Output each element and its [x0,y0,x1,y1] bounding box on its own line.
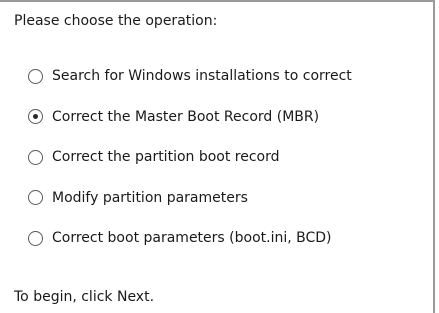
operation-radio-group: Search for Windows installations to corr… [28,66,352,269]
option-label: Correct boot parameters (boot.ini, BCD) [52,230,332,246]
operation-panel: Please choose the operation: Search for … [0,0,435,313]
radio-button-icon[interactable] [28,68,43,84]
option-search-windows-installations[interactable]: Search for Windows installations to corr… [28,66,352,86]
option-label: Search for Windows installations to corr… [52,68,352,84]
radio-button-icon[interactable] [28,190,43,205]
operation-prompt: Please choose the operation: [14,13,218,29]
instruction-text: To begin, click Next. [14,289,155,305]
radio-button-selected-icon[interactable] [28,109,43,124]
option-correct-boot-parameters[interactable]: Correct boot parameters (boot.ini, BCD) [28,228,352,248]
option-label: Modify partition parameters [52,189,248,206]
option-modify-partition-parameters[interactable]: Modify partition parameters [28,188,352,208]
option-label: Correct the Master Boot Record (MBR) [52,108,320,125]
option-label: Correct the partition boot record [52,149,280,165]
option-correct-mbr[interactable]: Correct the Master Boot Record (MBR) [28,107,352,127]
radio-button-icon[interactable] [28,149,43,165]
radio-button-icon[interactable] [28,230,43,246]
option-correct-partition-boot-record[interactable]: Correct the partition boot record [28,147,352,167]
